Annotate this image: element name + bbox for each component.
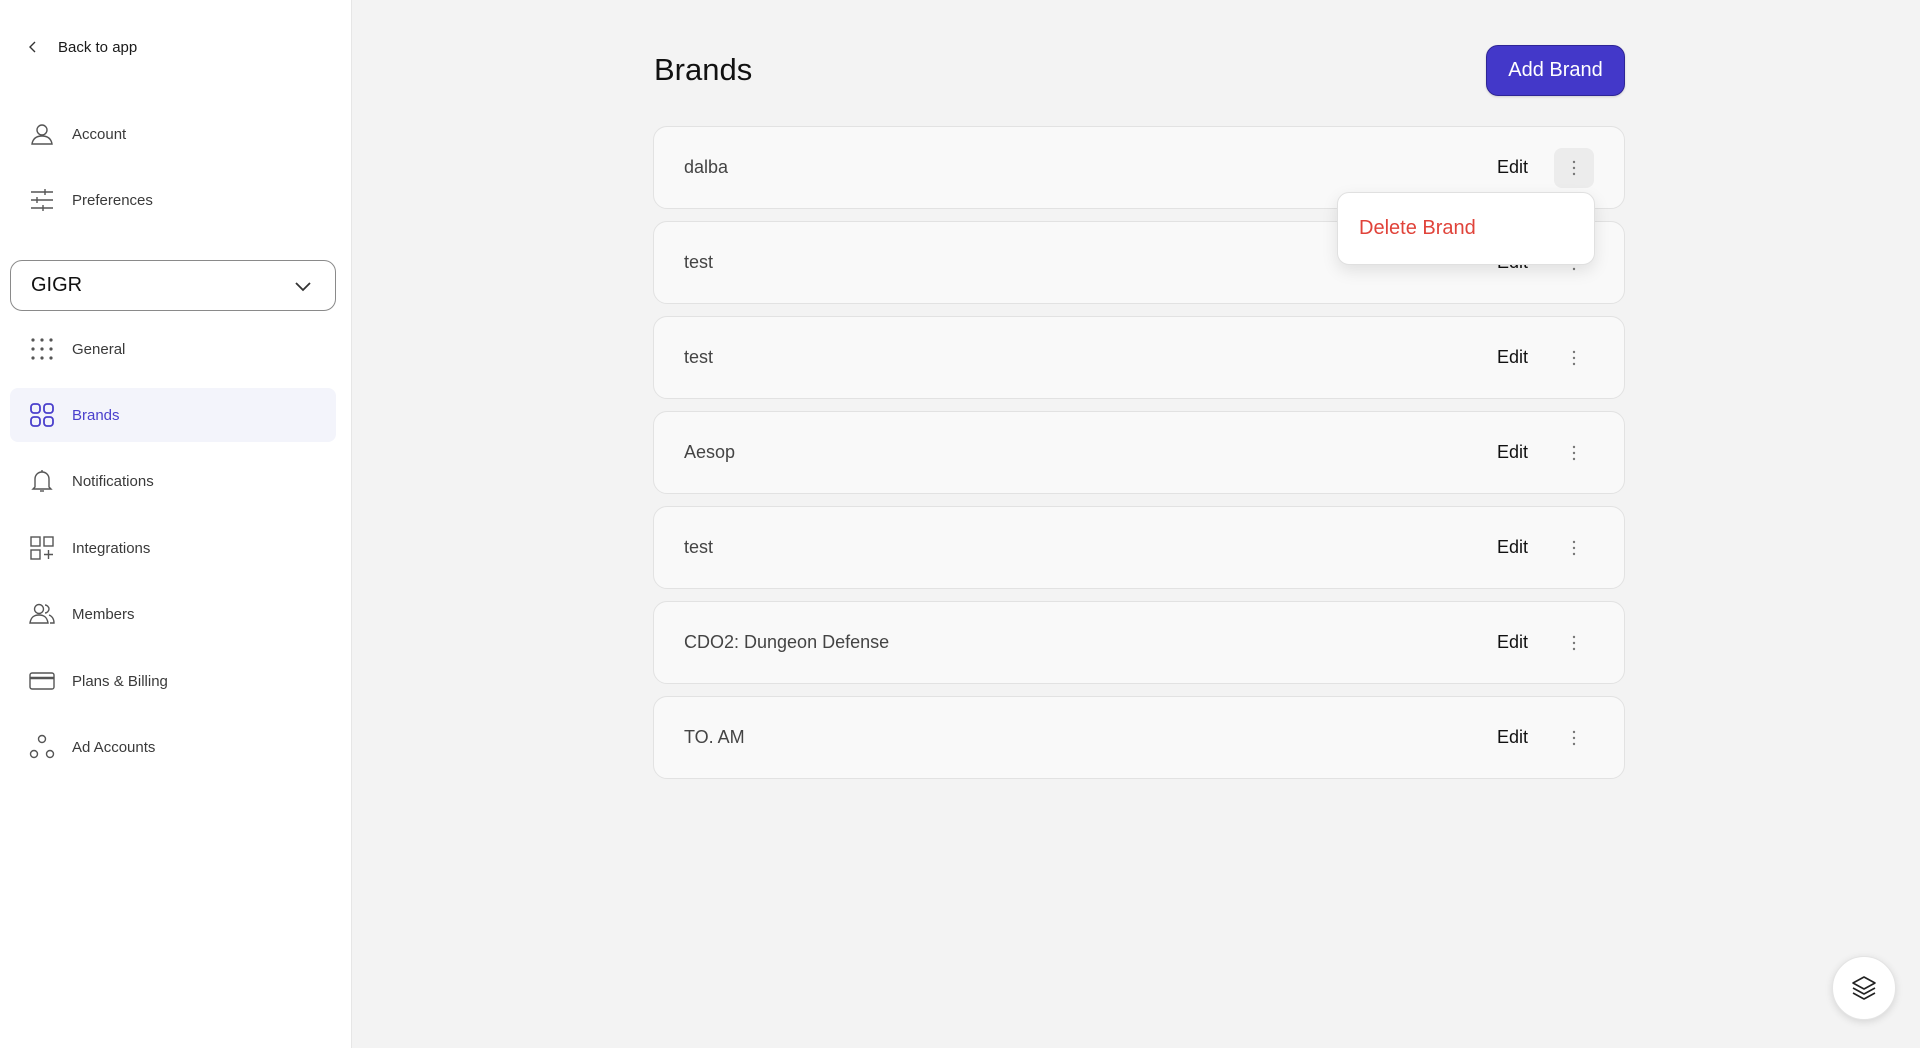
workspace-select[interactable]: GIGR — [10, 260, 336, 311]
layers-fab-button[interactable] — [1832, 956, 1896, 1020]
sidebar-item-label: Preferences — [72, 191, 153, 209]
layers-icon — [1852, 976, 1876, 1000]
brand-row: test Edit — [653, 506, 1625, 589]
sidebar-item-label: Notifications — [72, 472, 154, 490]
grid-icon — [28, 401, 56, 429]
sliders-icon — [28, 186, 56, 214]
settings-sidebar: Back to app Account Preferences GIGR Gen… — [0, 0, 352, 1048]
edit-button[interactable]: Edit — [1497, 347, 1528, 368]
delete-brand-menu-item[interactable]: Delete Brand — [1359, 217, 1476, 240]
brand-name: test — [684, 252, 714, 272]
brand-row: Aesop Edit — [653, 411, 1625, 494]
sidebar-item-notifications[interactable]: Notifications — [10, 454, 336, 508]
brand-name: dalba — [684, 157, 729, 177]
edit-button[interactable]: Edit — [1497, 537, 1528, 558]
brand-name: CDO2: Dungeon Defense — [684, 632, 890, 652]
sidebar-item-preferences[interactable]: Preferences — [10, 173, 336, 227]
brand-name: TO. AM — [684, 727, 745, 747]
kebab-icon — [1572, 540, 1576, 555]
sidebar-item-label: General — [72, 340, 126, 358]
users-icon — [28, 600, 56, 628]
sidebar-item-ad-accounts[interactable]: Ad Accounts — [10, 720, 336, 774]
chevron-down-icon — [295, 281, 311, 291]
kebab-icon — [1572, 635, 1576, 650]
sidebar-item-label: Integrations — [72, 539, 151, 557]
sidebar-item-label: Account — [72, 125, 127, 143]
edit-button[interactable]: Edit — [1497, 632, 1528, 653]
more-options-button[interactable] — [1554, 147, 1594, 188]
edit-button[interactable]: Edit — [1497, 442, 1528, 463]
more-options-button[interactable] — [1554, 433, 1594, 473]
chevron-left-icon — [29, 41, 36, 53]
user-icon — [28, 120, 56, 148]
sidebar-item-account[interactable]: Account — [10, 107, 336, 161]
more-options-button[interactable] — [1554, 718, 1594, 758]
sidebar-item-members[interactable]: Members — [10, 587, 336, 641]
credit-card-icon — [28, 667, 56, 695]
sidebar-item-label: Members — [72, 605, 135, 623]
sidebar-item-label: Brands — [72, 406, 120, 424]
kebab-icon — [1572, 160, 1576, 175]
apps-plus-icon — [28, 534, 56, 562]
brand-row: TO. AM Edit — [653, 696, 1625, 779]
page-title: Brands — [654, 52, 753, 87]
kebab-icon — [1572, 445, 1576, 460]
brand-row: test Edit — [653, 316, 1625, 399]
dots-grid-icon — [28, 335, 56, 363]
edit-button[interactable]: Edit — [1497, 157, 1528, 178]
sidebar-item-brands[interactable]: Brands — [10, 388, 336, 442]
kebab-icon — [1572, 730, 1576, 745]
brand-name: test — [684, 347, 714, 367]
back-to-app-link[interactable]: Back to app — [26, 36, 137, 58]
brand-options-menu: Delete Brand — [1337, 192, 1595, 265]
more-options-button[interactable] — [1554, 528, 1594, 568]
sidebar-item-label: Plans & Billing — [72, 672, 168, 690]
add-brand-button[interactable]: Add Brand — [1486, 45, 1625, 96]
brand-name: Aesop — [684, 442, 736, 462]
kebab-icon — [1572, 350, 1576, 365]
brand-name: test — [684, 537, 714, 557]
sidebar-item-general[interactable]: General — [10, 322, 336, 376]
brand-row: CDO2: Dungeon Defense Edit — [653, 601, 1625, 684]
back-label: Back to app — [58, 38, 138, 56]
sidebar-item-plans-billing[interactable]: Plans & Billing — [10, 654, 336, 708]
more-options-button[interactable] — [1554, 338, 1594, 378]
sidebar-item-integrations[interactable]: Integrations — [10, 521, 336, 575]
more-options-button[interactable] — [1554, 623, 1594, 663]
edit-button[interactable]: Edit — [1497, 727, 1528, 748]
sidebar-item-label: Ad Accounts — [72, 738, 156, 756]
bell-icon — [28, 467, 56, 495]
workspace-value: GIGR — [31, 274, 83, 296]
nodes-icon — [28, 733, 56, 761]
